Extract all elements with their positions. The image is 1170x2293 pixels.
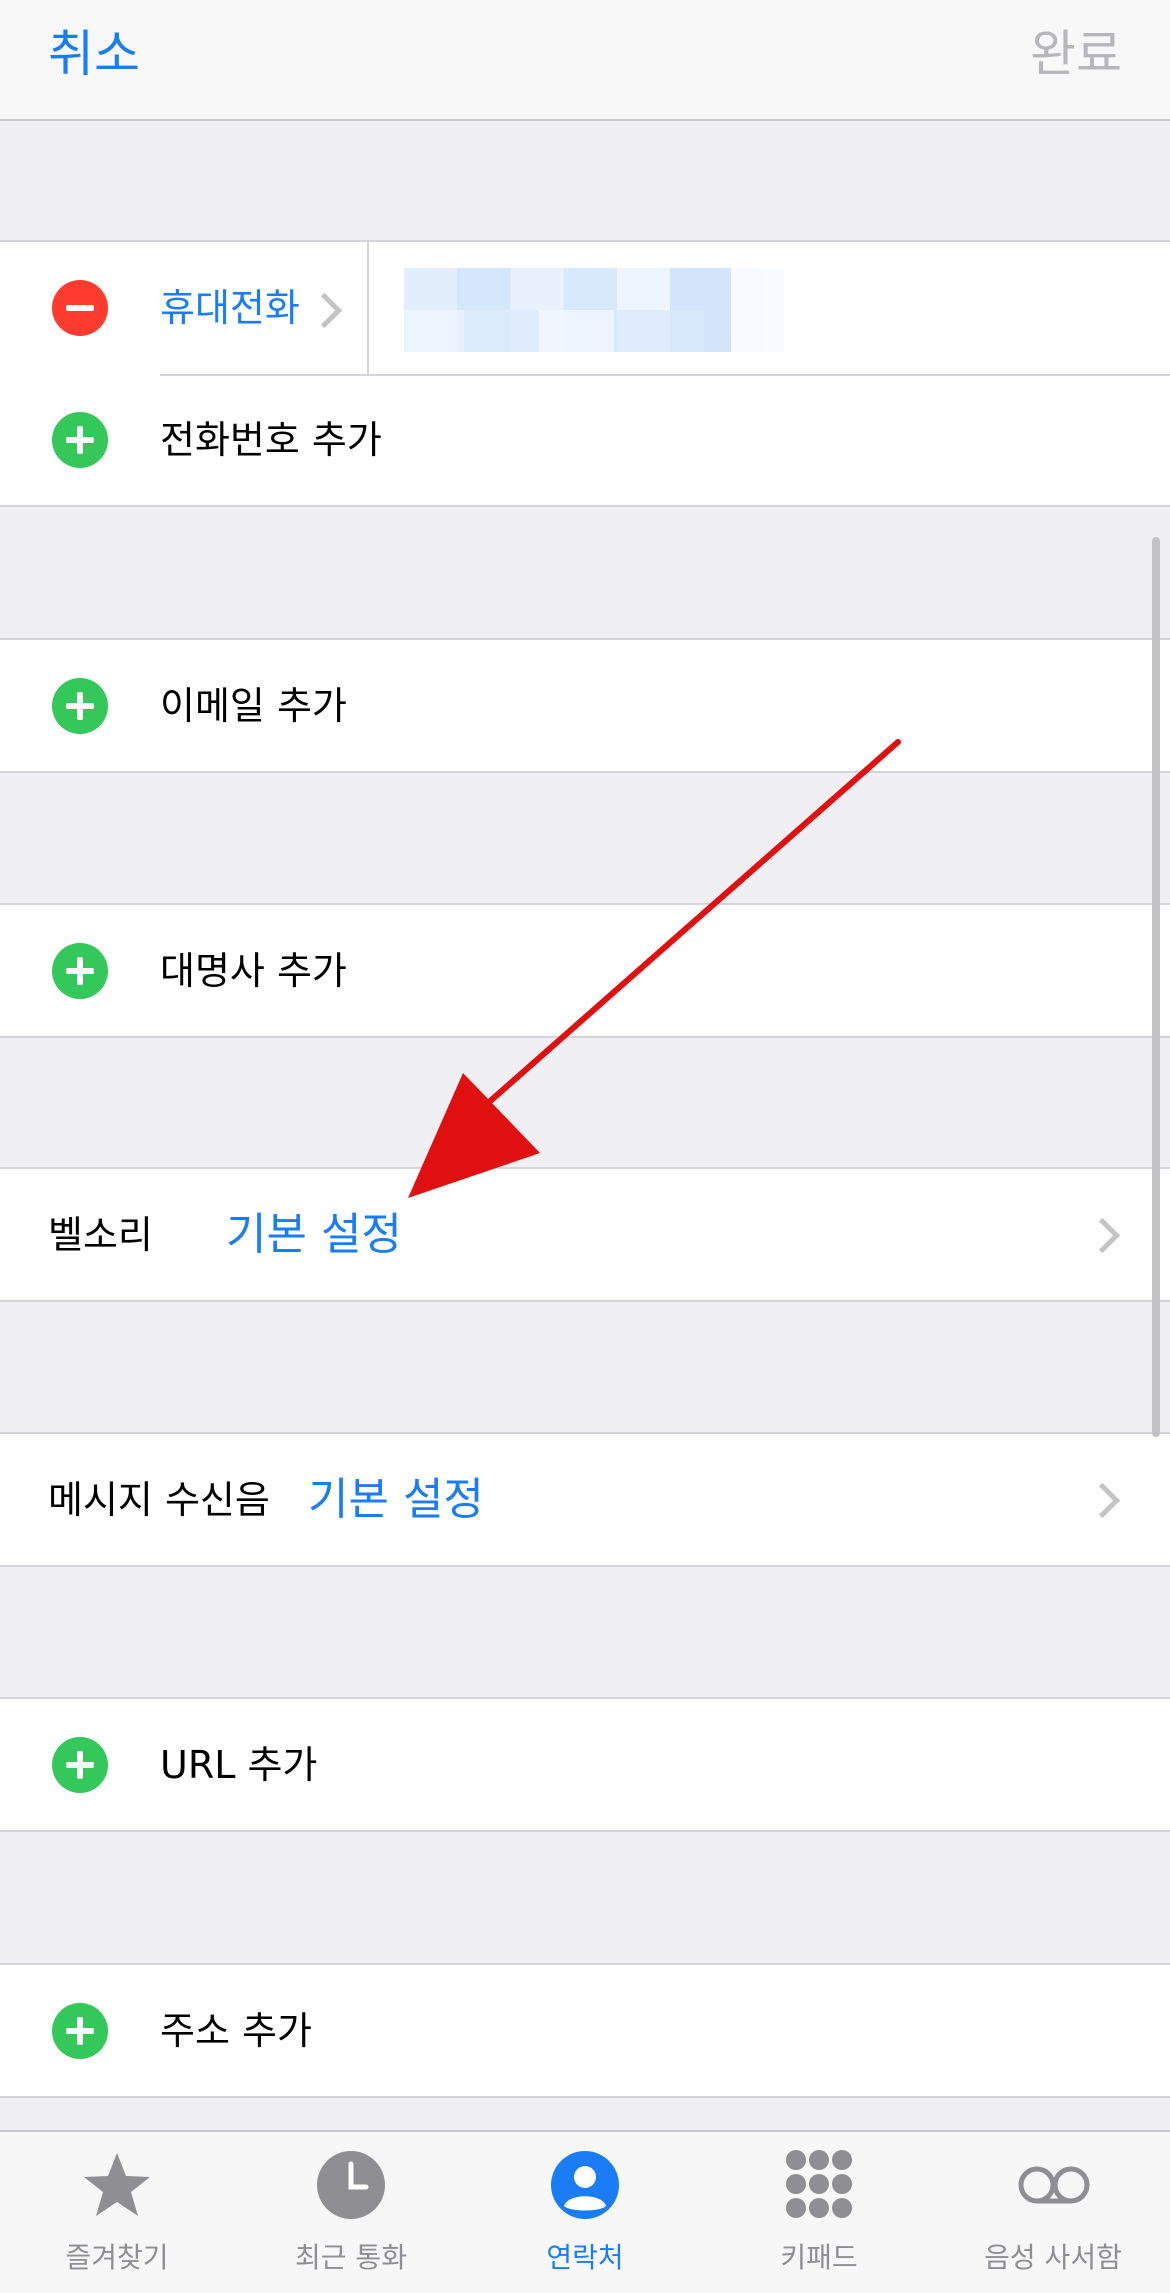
tab-label: 즐겨찾기 [65, 2241, 169, 2274]
tab-voicemail[interactable]: 음성 사서함 [936, 2132, 1170, 2293]
person-icon [551, 2151, 619, 2219]
clock-icon [317, 2151, 385, 2219]
tab-label: 최근 통화 [295, 2241, 407, 2274]
keypad-icon [786, 2150, 852, 2218]
tab-contacts[interactable]: 연락처 [468, 2132, 702, 2293]
star-icon [84, 2153, 150, 2216]
tab-keypad[interactable]: 키패드 [702, 2132, 936, 2293]
tab-favorites[interactable]: 즐겨찾기 [0, 2132, 234, 2293]
tab-label: 키패드 [780, 2241, 858, 2274]
tab-label: 음성 사서함 [984, 2241, 1122, 2274]
voicemail-icon [1018, 2166, 1090, 2204]
annotation-arrow [408, 739, 901, 1198]
tab-bar: 즐겨찾기 최근 통화 연락처 키패드 음성 사서함 [0, 2130, 1170, 2293]
tab-label: 연락처 [546, 2241, 624, 2274]
tab-recents[interactable]: 최근 통화 [234, 2132, 468, 2293]
